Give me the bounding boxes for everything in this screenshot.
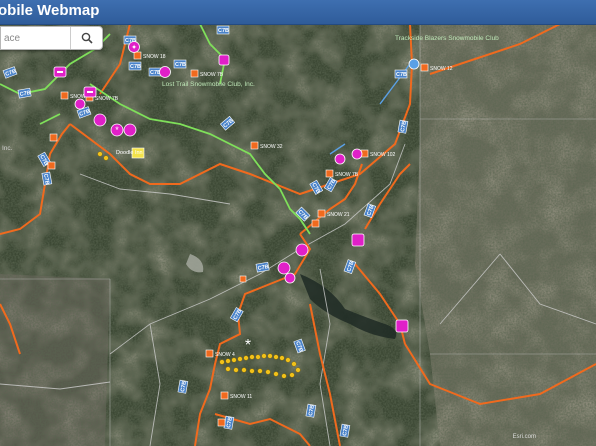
magnifier-icon bbox=[81, 32, 93, 44]
trail-tag: C7B bbox=[218, 28, 229, 34]
poi-marker bbox=[334, 153, 346, 165]
poi-marker bbox=[395, 319, 409, 333]
app-title: obile Webmap bbox=[0, 2, 100, 19]
junction-label: SNOW 32 bbox=[260, 144, 283, 150]
poi-marker: * bbox=[110, 123, 124, 137]
poi-marker bbox=[295, 243, 309, 257]
club-label: Trackside Blazers Snowmobile Club bbox=[395, 35, 499, 42]
trail-tag: C7B bbox=[130, 64, 141, 70]
svg-text:*: * bbox=[115, 125, 119, 135]
poi-marker bbox=[284, 272, 296, 284]
poi-marker bbox=[93, 113, 107, 127]
map-attribution: Esri.com bbox=[512, 434, 536, 440]
poi-marker bbox=[53, 66, 67, 78]
svg-text:*: * bbox=[245, 337, 251, 354]
svg-text:✦: ✦ bbox=[131, 44, 137, 52]
poi-marker bbox=[351, 148, 363, 160]
poi-marker bbox=[277, 261, 291, 275]
junction-label: SNOW 7B bbox=[335, 172, 359, 178]
poi-label: Doodle Inn bbox=[116, 150, 143, 156]
app-header: obile Webmap bbox=[0, 0, 596, 25]
poi-marker bbox=[218, 54, 230, 66]
poi-marker bbox=[83, 86, 97, 98]
poi-marker bbox=[123, 123, 137, 137]
search-input[interactable] bbox=[1, 27, 69, 49]
junction-label: SNOW 12 bbox=[430, 66, 453, 72]
poi-marker bbox=[351, 233, 365, 247]
search-button[interactable] bbox=[70, 27, 103, 49]
poi-marker bbox=[74, 98, 86, 110]
trail-tag: C7B bbox=[396, 72, 407, 78]
trail-tag: C7B bbox=[175, 62, 186, 68]
junction-label: SNOW 4 bbox=[215, 352, 235, 358]
search-box bbox=[0, 26, 103, 50]
club-label: Inc. bbox=[2, 145, 13, 152]
junction-label: SNOW 11 bbox=[230, 394, 252, 400]
club-label: Lost Trail Snowmobile Club, Inc. bbox=[162, 81, 255, 88]
poi-marker bbox=[408, 58, 420, 70]
map-view[interactable]: Trackside Blazers Snowmobile Club Lost T… bbox=[0, 24, 596, 446]
poi-marker: ✦ bbox=[128, 41, 140, 53]
junction-label: SNOW 102 bbox=[370, 152, 396, 158]
poi-marker: * bbox=[245, 337, 251, 354]
junction-label: SNOW 7B bbox=[95, 96, 119, 102]
junction-label: SNOW 21 bbox=[327, 212, 350, 218]
junction-label: SNOW 7B bbox=[200, 72, 224, 78]
junction-label: SNOW 18 bbox=[143, 54, 166, 60]
poi-marker bbox=[159, 66, 171, 78]
map-canvas[interactable]: Trackside Blazers Snowmobile Club Lost T… bbox=[0, 24, 596, 446]
